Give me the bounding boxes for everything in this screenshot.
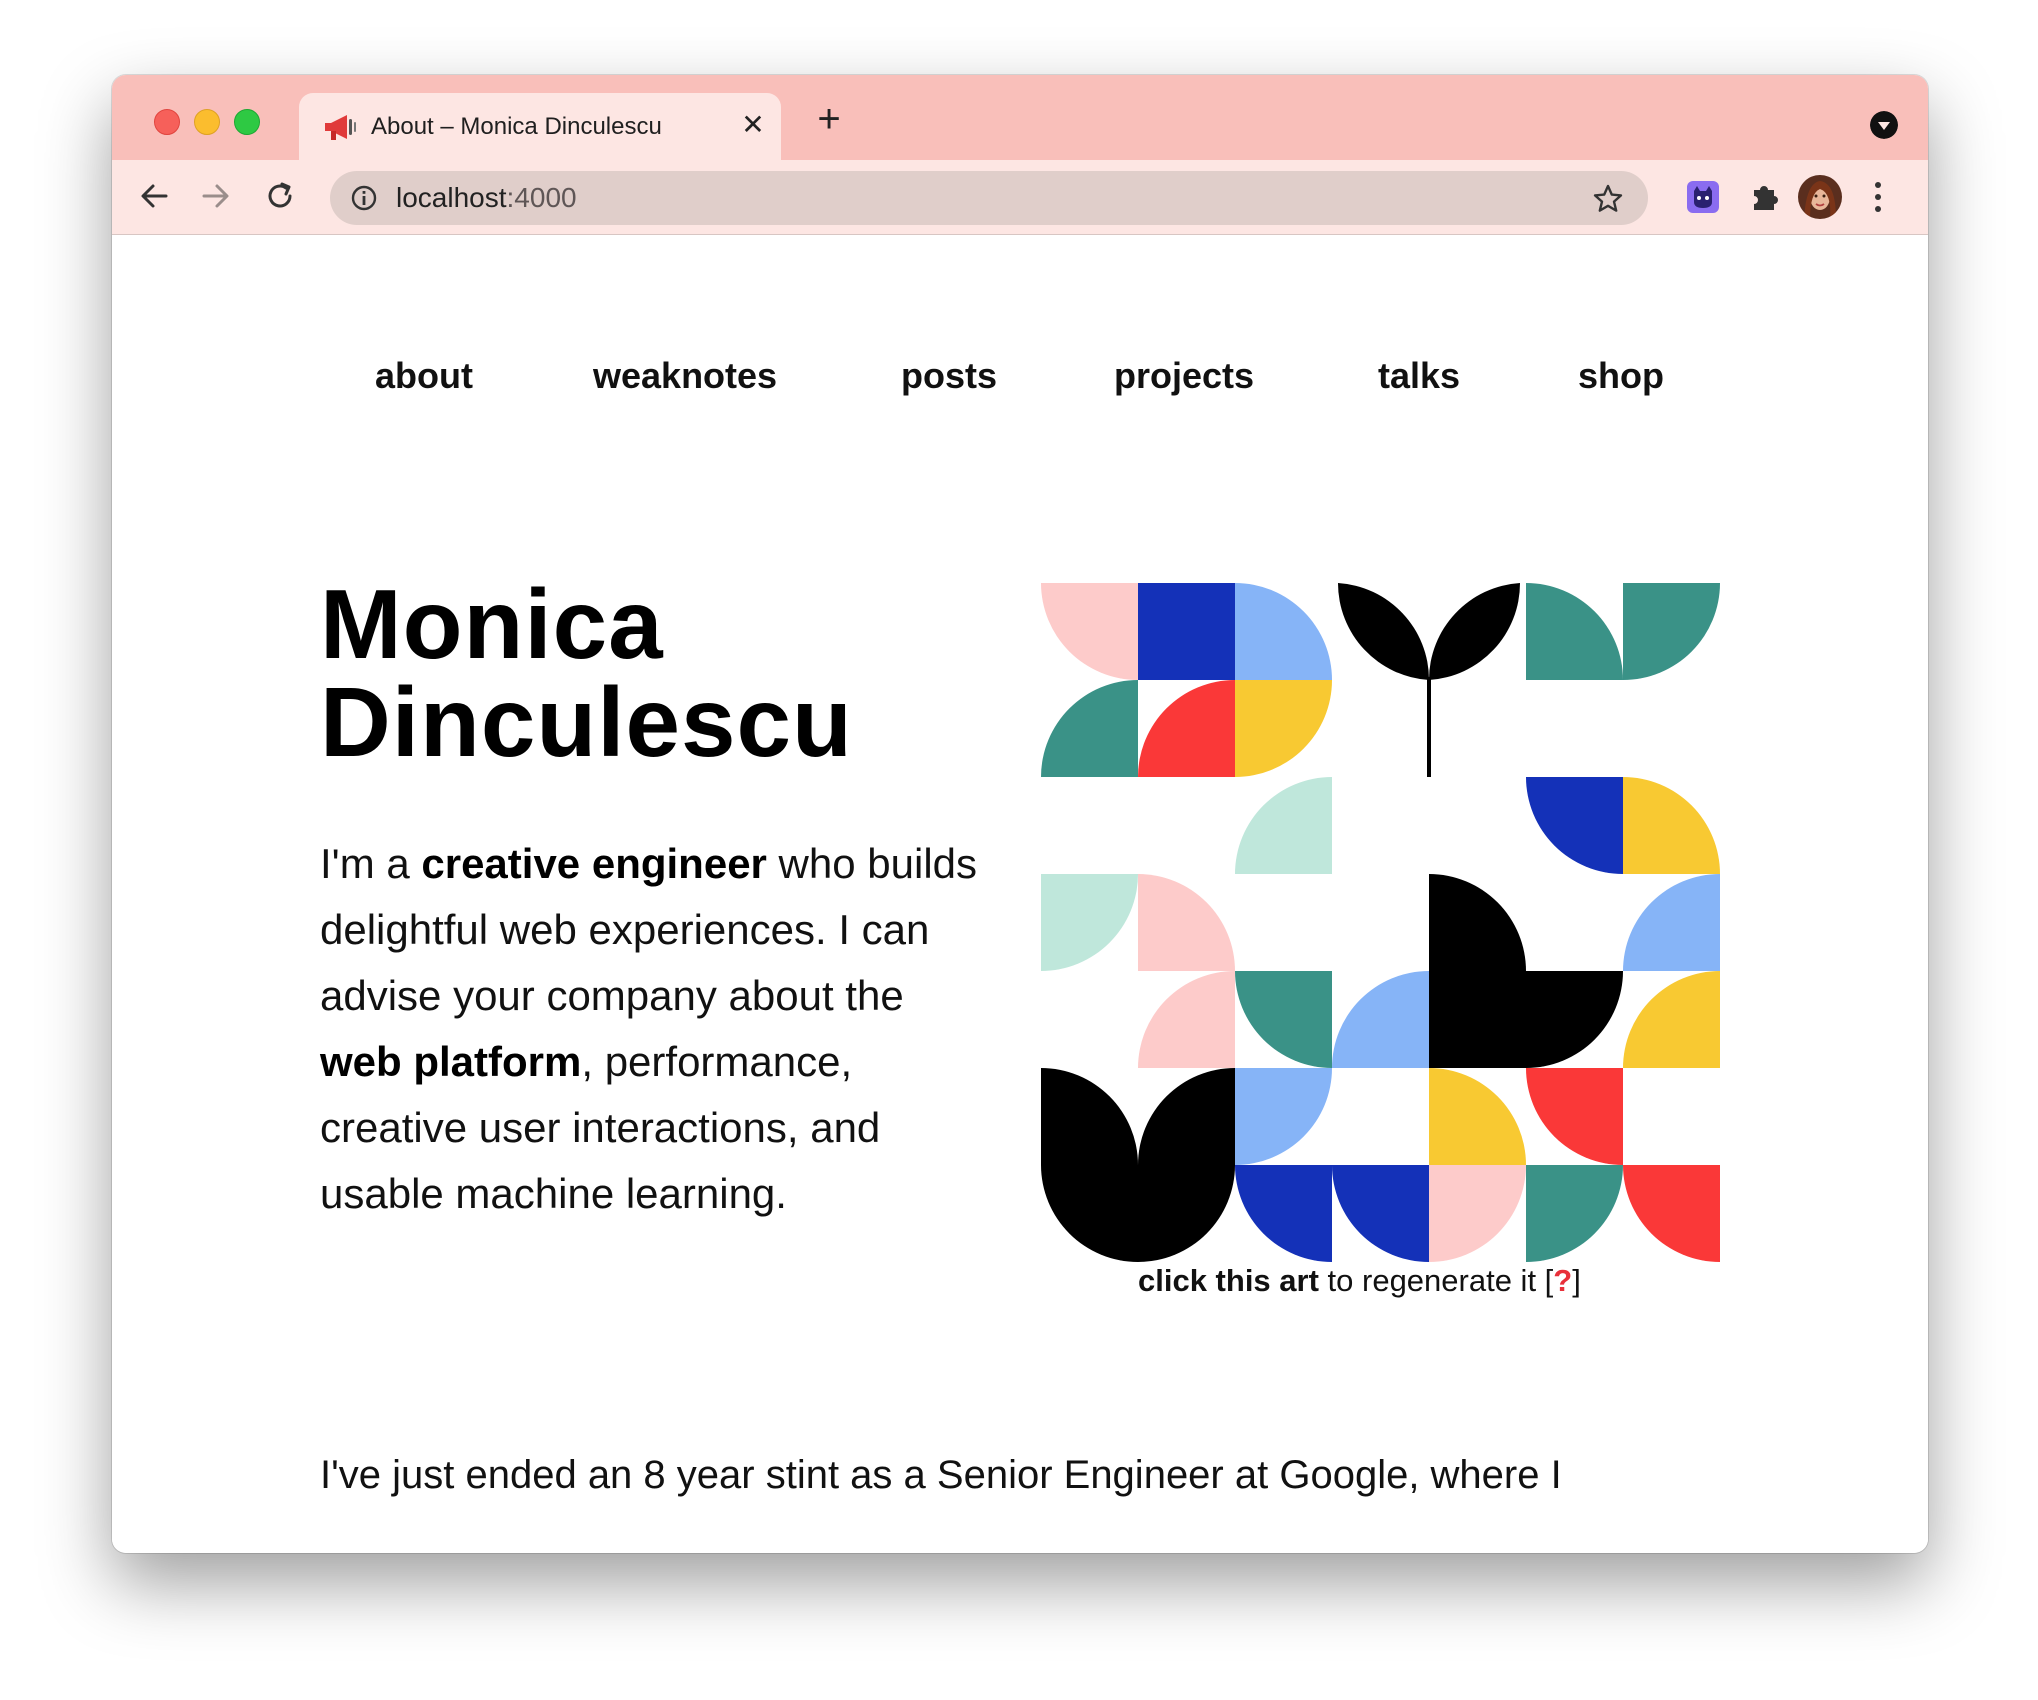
browser-toolbar: localhost:4000 <box>112 160 1928 235</box>
address-bar[interactable]: localhost:4000 <box>330 171 1648 225</box>
art-shape <box>1526 1165 1623 1262</box>
tab-search-icon[interactable] <box>1870 111 1898 139</box>
tab-about[interactable]: About – Monica Dinculescu ✕ <box>299 93 781 160</box>
art-shape <box>1235 1068 1332 1165</box>
generative-art[interactable] <box>1041 583 1721 1263</box>
maximize-window-button[interactable] <box>234 109 260 135</box>
art-shape <box>1138 1068 1235 1165</box>
nav-link-about[interactable]: about <box>375 355 473 397</box>
art-shape <box>1526 777 1623 874</box>
art-shape <box>1428 583 1521 680</box>
close-window-button[interactable] <box>154 109 180 135</box>
art-shape <box>1623 971 1720 1068</box>
art-shape <box>1623 583 1720 680</box>
art-shape <box>1235 1165 1332 1262</box>
title-line-1: Monica <box>320 569 664 679</box>
art-shape <box>1235 583 1332 680</box>
bookmark-star-icon[interactable] <box>1592 183 1624 215</box>
art-shape <box>1138 680 1235 777</box>
art-shape <box>1235 680 1332 777</box>
profile-avatar[interactable] <box>1798 175 1842 219</box>
nav-link-weaknotes[interactable]: weaknotes <box>593 355 777 397</box>
tab-title: About – Monica Dinculescu <box>371 113 662 140</box>
help-link[interactable]: ? <box>1553 1263 1572 1298</box>
new-tab-button[interactable]: + <box>812 99 846 139</box>
art-shape <box>1526 583 1623 680</box>
art-shape <box>1623 1165 1720 1262</box>
art-shape <box>1041 1165 1235 1262</box>
reload-icon[interactable] <box>262 178 298 214</box>
art-shape <box>1138 583 1235 680</box>
kebab-menu-icon[interactable] <box>1872 180 1884 214</box>
back-arrow-icon[interactable] <box>136 178 172 214</box>
intro-paragraph: I'm a creative engineer who builds delig… <box>320 840 978 1217</box>
art-shape <box>1429 874 1526 1068</box>
site-nav: about weaknotes posts projects talks sho… <box>112 355 1928 405</box>
art-shape <box>1138 874 1235 971</box>
bold-web-platform: web platform <box>320 1038 582 1085</box>
art-shape <box>1623 777 1720 874</box>
art-shape <box>1041 680 1138 777</box>
browser-window: About – Monica Dinculescu ✕ + localhost:… <box>112 75 1928 1553</box>
nav-link-shop[interactable]: shop <box>1578 355 1664 397</box>
art-shape <box>1429 1165 1526 1262</box>
tab-close-icon[interactable]: ✕ <box>739 111 767 139</box>
art-caption: click this art to regenerate it [?] <box>1138 1263 1581 1298</box>
art-shape <box>1138 971 1235 1068</box>
nav-link-projects[interactable]: projects <box>1114 355 1254 397</box>
info-icon[interactable] <box>350 184 378 212</box>
art-shape <box>1332 971 1429 1068</box>
art-shape <box>1332 1165 1429 1262</box>
about-paragraph: I've just ended an 8 year stint as a Sen… <box>320 1453 1562 1497</box>
art-shape <box>1041 874 1138 971</box>
art-shape <box>1526 1068 1623 1165</box>
page-title: Monica Dinculescu <box>320 575 853 771</box>
url-text[interactable]: localhost:4000 <box>396 171 577 225</box>
page-content: about weaknotes posts projects talks sho… <box>112 235 1928 1553</box>
art-shape <box>1041 583 1138 680</box>
art-shape <box>1623 874 1720 971</box>
caption-bold: click this art <box>1138 1263 1319 1298</box>
art-shape <box>1235 971 1332 1068</box>
art-shape <box>1429 1068 1526 1165</box>
art-shape <box>1427 677 1431 777</box>
art-shape <box>1337 583 1430 680</box>
nav-link-posts[interactable]: posts <box>901 355 997 397</box>
puzzle-extensions-icon[interactable] <box>1748 180 1782 214</box>
art-shape <box>1041 1068 1138 1165</box>
megaphone-icon <box>325 115 356 140</box>
art-shape <box>1235 777 1332 874</box>
cat-extension-icon[interactable] <box>1686 180 1720 214</box>
forward-arrow-icon[interactable] <box>198 178 234 214</box>
bold-creative-engineer: creative engineer <box>421 840 767 887</box>
minimize-window-button[interactable] <box>194 109 220 135</box>
tab-strip: About – Monica Dinculescu ✕ + <box>112 75 1928 160</box>
title-line-2: Dinculescu <box>320 667 853 777</box>
nav-link-talks[interactable]: talks <box>1378 355 1460 397</box>
art-shape <box>1526 971 1623 1068</box>
